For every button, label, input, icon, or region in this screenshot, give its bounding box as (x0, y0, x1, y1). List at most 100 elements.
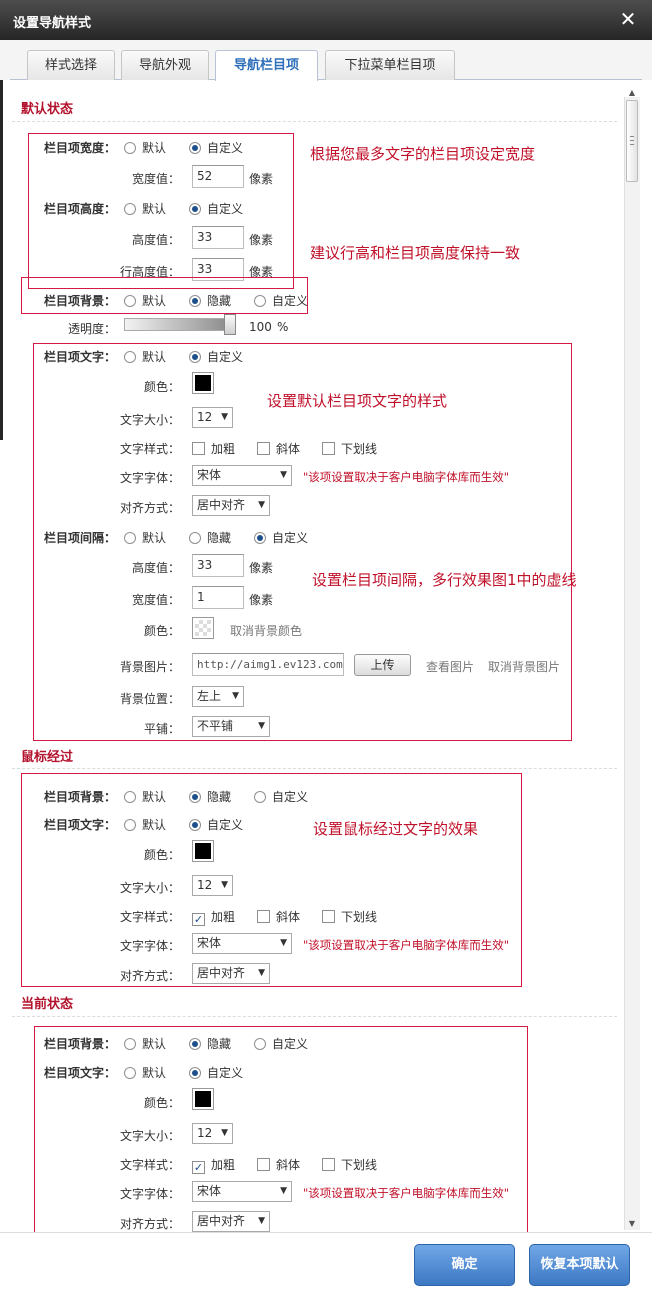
current-align-select[interactable]: 居中对齐 ▼ (192, 1211, 270, 1232)
text-radio-default[interactable]: 默认 (124, 348, 166, 365)
radio-icon (124, 203, 136, 215)
current-bg-label: 栏目项背景： (43, 1037, 116, 1051)
section-divider (12, 121, 617, 122)
opacity-unit: % (277, 320, 289, 334)
width-value-input[interactable]: 52 (192, 165, 244, 188)
hover-bold-checkbox[interactable]: ✓ 加粗 (192, 908, 235, 926)
hover-text-radio-custom[interactable]: 自定义 (189, 816, 243, 833)
font-select[interactable]: 宋体 ▼ (192, 465, 292, 486)
width-label: 栏目项宽度： (43, 141, 116, 155)
current-underline-checkbox[interactable]: 下划线 (322, 1156, 377, 1173)
hover-font-select[interactable]: 宋体 ▼ (192, 933, 292, 954)
text-color-swatch[interactable] (192, 372, 214, 394)
radio-icon (124, 1038, 136, 1050)
align-select[interactable]: 居中对齐 ▼ (192, 495, 270, 516)
sep-radio-custom[interactable]: 自定义 (254, 529, 308, 546)
scroll-down-icon[interactable]: ▼ (626, 1219, 638, 1229)
cancel-bg-color-link[interactable]: 取消背景颜色 (230, 622, 302, 639)
radio-icon (189, 142, 201, 154)
cancel-bg-image-link[interactable]: 取消背景图片 (488, 658, 560, 675)
section-hover-state: 鼠标经过 (21, 750, 74, 765)
sep-height-input[interactable]: 33 (192, 554, 244, 577)
chevron-down-icon: ▼ (221, 880, 228, 890)
radio-icon (189, 791, 201, 803)
radio-icon (189, 295, 201, 307)
bg-position-select[interactable]: 左上 ▼ (192, 686, 244, 707)
opacity-slider-track[interactable] (124, 318, 234, 331)
scrollbar[interactable] (624, 97, 640, 1230)
chevron-down-icon: ▼ (258, 721, 265, 731)
annotation-text-style: 设置默认栏目项文字的样式 (267, 392, 448, 410)
confirm-button[interactable]: 确定 (414, 1244, 515, 1286)
opacity-slider-handle[interactable] (224, 314, 236, 335)
hover-bg-radio-hidden[interactable]: 隐藏 (189, 788, 231, 805)
hover-text-label: 栏目项文字： (43, 818, 116, 832)
view-image-link[interactable]: 查看图片 (426, 658, 474, 675)
hover-align-label: 对齐方式： (119, 969, 180, 983)
sep-width-unit: 像素 (249, 593, 274, 607)
upload-button[interactable]: 上传 (354, 654, 411, 676)
radio-icon (189, 819, 201, 831)
radio-icon (189, 532, 201, 544)
radio-icon (254, 1038, 266, 1050)
hover-color-swatch[interactable] (192, 840, 214, 862)
hover-size-select[interactable]: 12 ▼ (192, 875, 233, 896)
underline-checkbox[interactable]: 下划线 (322, 440, 377, 457)
text-radio-custom[interactable]: 自定义 (189, 348, 243, 365)
sep-radio-hidden[interactable]: 隐藏 (189, 529, 231, 546)
window-edge (0, 40, 3, 440)
width-value-label: 宽度值： (131, 172, 180, 186)
tile-select[interactable]: 不平铺 ▼ (192, 716, 270, 737)
sep-width-input[interactable]: 1 (192, 586, 244, 609)
current-color-swatch[interactable] (192, 1088, 214, 1110)
height-value-input[interactable]: 33 (192, 226, 244, 249)
bg-radio-hidden[interactable]: 隐藏 (189, 292, 231, 309)
width-radio-default[interactable]: 默认 (124, 139, 166, 156)
radio-icon (124, 351, 136, 363)
bg-radio-default[interactable]: 默认 (124, 292, 166, 309)
current-font-select[interactable]: 宋体 ▼ (192, 1181, 292, 1202)
current-text-radio-custom[interactable]: 自定义 (189, 1064, 243, 1081)
sep-color-swatch[interactable] (192, 617, 214, 639)
section-default-state: 默认状态 (21, 102, 74, 117)
restore-default-button[interactable]: 恢复本项默认 (529, 1244, 630, 1286)
tab-style-select[interactable]: 样式选择 (27, 50, 115, 80)
current-size-label: 文字大小： (119, 1129, 180, 1143)
hover-underline-checkbox[interactable]: 下划线 (322, 908, 377, 925)
radio-icon (254, 295, 266, 307)
current-italic-checkbox[interactable]: 斜体 (257, 1156, 300, 1173)
current-bg-radio-default[interactable]: 默认 (124, 1035, 166, 1052)
text-size-label: 文字大小： (119, 413, 180, 427)
text-size-select[interactable]: 12 ▼ (192, 407, 233, 428)
annotation-width: 根据您最多文字的栏目项设定宽度 (310, 145, 536, 163)
hover-bg-radio-default[interactable]: 默认 (124, 788, 166, 805)
hover-align-select[interactable]: 居中对齐 ▼ (192, 963, 270, 984)
bg-position-label: 背景位置： (119, 692, 180, 706)
close-icon[interactable]: ✕ (616, 7, 640, 31)
chevron-down-icon: ▼ (280, 938, 287, 948)
hover-italic-checkbox[interactable]: 斜体 (257, 908, 300, 925)
tab-nav-items[interactable]: 导航栏目项 (215, 50, 318, 81)
hover-text-radio-default[interactable]: 默认 (124, 816, 166, 833)
height-radio-custom[interactable]: 自定义 (189, 200, 243, 217)
dialog-title: 设置导航样式 (13, 16, 92, 31)
current-bg-radio-hidden[interactable]: 隐藏 (189, 1035, 231, 1052)
radio-icon (254, 532, 266, 544)
tab-nav-appearance[interactable]: 导航外观 (121, 50, 209, 80)
current-bold-checkbox[interactable]: ✓ 加粗 (192, 1156, 235, 1174)
italic-checkbox[interactable]: 斜体 (257, 440, 300, 457)
bold-checkbox[interactable]: 加粗 (192, 440, 235, 457)
sep-radio-default[interactable]: 默认 (124, 529, 166, 546)
current-size-select[interactable]: 12 ▼ (192, 1123, 233, 1144)
hover-font-label: 文字字体： (119, 939, 180, 953)
bg-image-url-input[interactable]: http://aimg1.ev123.com (192, 653, 344, 676)
hover-bg-radio-custom[interactable]: 自定义 (254, 788, 308, 805)
current-font-note: "该项设置取决于客户电脑字体库而生效" (303, 1186, 510, 1200)
tab-dropdown-items[interactable]: 下拉菜单栏目项 (325, 50, 455, 80)
current-bg-radio-custom[interactable]: 自定义 (254, 1035, 308, 1052)
height-radio-default[interactable]: 默认 (124, 200, 166, 217)
bg-radio-custom[interactable]: 自定义 (254, 292, 308, 309)
current-text-radio-default[interactable]: 默认 (124, 1064, 166, 1081)
width-radio-custom[interactable]: 自定义 (189, 139, 243, 156)
scroll-up-icon[interactable]: ▲ (626, 88, 638, 98)
